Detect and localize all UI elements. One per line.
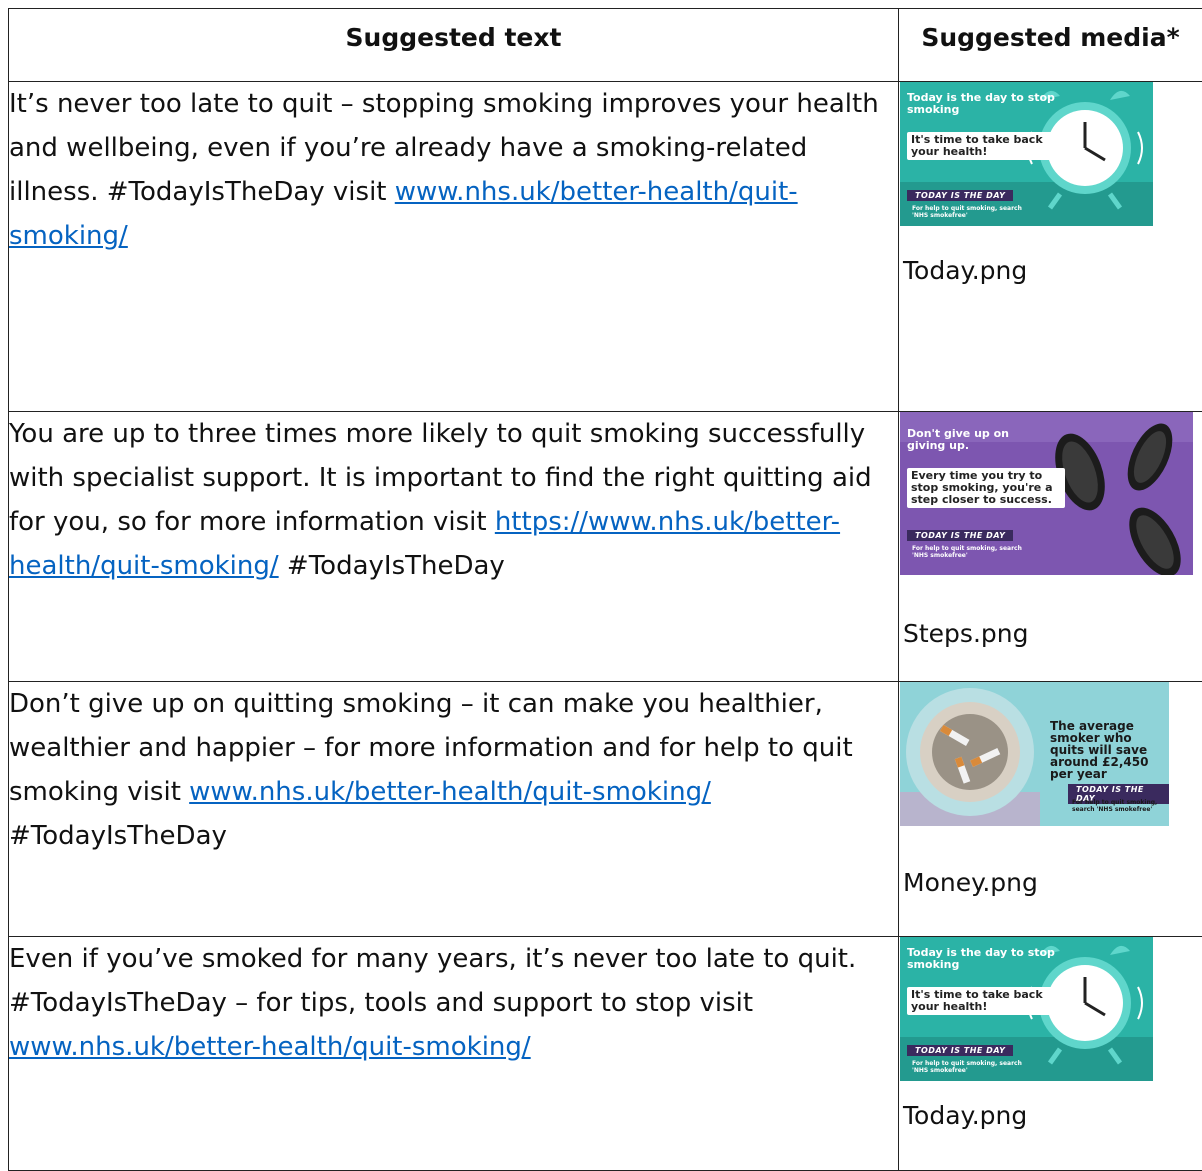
table-row: It’s never too late to quit – stopping s… (9, 82, 1202, 412)
suggested-media-cell: The average smoker who quits will save a… (899, 682, 1202, 937)
steps-thumbnail: Don't give up on giving up. Every time y… (900, 412, 1193, 575)
table-row: Don’t give up on quitting smoking – it c… (9, 682, 1202, 937)
thumb-box-text: It's time to take back your health! (907, 987, 1055, 1015)
today-thumbnail: Today is the day to stop smoking It's ti… (900, 82, 1153, 226)
thumb-help-text: For help to quit smoking, search 'NHS sm… (912, 1060, 1022, 1074)
thumb-box-text: It's time to take back your health! (907, 132, 1055, 160)
money-thumbnail: The average smoker who quits will save a… (900, 682, 1169, 826)
thumb-ribbon: TODAY IS THE DAY (907, 1045, 1013, 1056)
media-filename: Steps.png (901, 619, 1202, 648)
table-row: You are up to three times more likely to… (9, 412, 1202, 682)
thumb-ribbon: TODAY IS THE DAY (907, 190, 1013, 201)
quit-smoking-link[interactable]: www.nhs.uk/better-health/quit-smoking/ (189, 777, 711, 807)
thumb-box-text: Every time you try to stop smoking, you'… (907, 468, 1065, 508)
thumb-headline: Today is the day to stop smoking (907, 947, 1057, 971)
quit-smoking-link[interactable]: www.nhs.uk/better-health/quit-smoking/ (9, 1032, 531, 1062)
suggested-text-cell: Don’t give up on quitting smoking – it c… (9, 682, 899, 937)
suggested-text-cell: Even if you’ve smoked for many years, it… (9, 937, 899, 1171)
thumb-help-text: For help to quit smoking, search 'NHS sm… (1072, 799, 1164, 813)
table-header-row: Suggested text Suggested media* (9, 9, 1202, 82)
thumb-headline: The average smoker who quits will save a… (1050, 720, 1165, 780)
table-row: Even if you’ve smoked for many years, it… (9, 937, 1202, 1171)
thumb-headline: Today is the day to stop smoking (907, 92, 1057, 116)
thumb-help-text: For help to quit smoking, search 'NHS sm… (912, 545, 1022, 559)
media-filename: Today.png (901, 256, 1202, 285)
suggested-text-cell: It’s never too late to quit – stopping s… (9, 82, 899, 412)
media-table: Suggested text Suggested media* It’s nev… (8, 8, 1202, 1171)
header-suggested-text: Suggested text (9, 9, 899, 82)
header-suggested-media: Suggested media* (899, 9, 1202, 82)
today-thumbnail: Today is the day to stop smoking It's ti… (900, 937, 1153, 1081)
suggested-media-cell: Don't give up on giving up. Every time y… (899, 412, 1202, 682)
media-filename: Today.png (901, 1101, 1202, 1130)
suggested-media-cell: Today is the day to stop smoking It's ti… (899, 937, 1202, 1171)
thumb-ribbon: TODAY IS THE DAY (907, 530, 1013, 541)
thumb-headline: Don't give up on giving up. (907, 428, 1017, 452)
thumb-help-text: For help to quit smoking, search 'NHS sm… (912, 205, 1022, 219)
suggested-media-cell: Today is the day to stop smoking It's ti… (899, 82, 1202, 412)
media-filename: Money.png (901, 868, 1202, 897)
suggested-text-cell: You are up to three times more likely to… (9, 412, 899, 682)
